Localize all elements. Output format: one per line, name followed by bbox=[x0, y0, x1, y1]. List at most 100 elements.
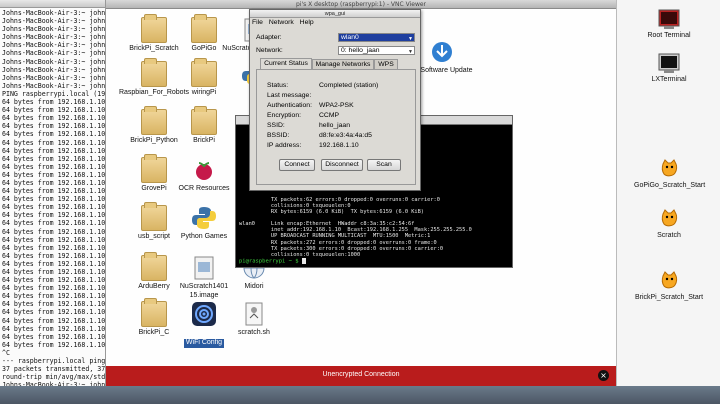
encryption-value: CCMP bbox=[319, 112, 340, 119]
authentication-label: Authentication: bbox=[267, 102, 312, 109]
desktop-icon[interactable]: LXTerminal bbox=[634, 52, 704, 85]
encryption-label: Encryption: bbox=[267, 112, 302, 119]
terminal-line: 64 bytes from 192.168.1.10 bbox=[2, 211, 106, 220]
terminal-icon bbox=[658, 52, 680, 74]
folder-icon bbox=[191, 58, 217, 87]
desktop-icon-label: BrickPi bbox=[193, 137, 215, 144]
terminal-line: Johns-MacBook-Air-3:~ johns bbox=[2, 9, 106, 17]
terminal-line: 64 bytes from 192.168.1.10 bbox=[2, 130, 106, 139]
ssid-value: hello_jaan bbox=[319, 122, 350, 129]
desktop-icon[interactable]: BrickPi bbox=[168, 106, 240, 146]
ssid-row: SSID: hello_jaan bbox=[267, 122, 350, 129]
folder-icon bbox=[141, 58, 167, 87]
raspberry-icon bbox=[191, 157, 217, 183]
scan-button[interactable]: Scan bbox=[367, 159, 401, 171]
desktop-icon-label: OCR Resources bbox=[178, 185, 230, 192]
menu-network[interactable]: Network bbox=[269, 19, 294, 26]
adapter-label: Adapter: bbox=[256, 34, 282, 41]
adapter-select[interactable]: wlan0 ▼ bbox=[338, 33, 415, 42]
terminal-line: 64 bytes from 192.168.1.10 bbox=[2, 187, 106, 196]
terminal-line: 64 bytes from 192.168.1.10 bbox=[2, 114, 106, 123]
wpa-gui-title: wpa_gui bbox=[324, 11, 346, 17]
terminal-line: 64 bytes from 192.168.1.10 bbox=[2, 340, 106, 349]
vnc-window-titlebar[interactable]: pi's X desktop (raspberrypi:1) - VNC Vie… bbox=[106, 0, 616, 9]
tab-manage-networks[interactable]: Manage Networks bbox=[312, 59, 374, 69]
desktop-icon-label: scratch.sh bbox=[238, 329, 270, 336]
terminal-line: --- raspberrypi.local ping bbox=[2, 357, 106, 366]
ip-address-label: IP address: bbox=[267, 142, 302, 149]
banner-text: Unencrypted Connection bbox=[322, 371, 400, 378]
menu-help[interactable]: Help bbox=[300, 19, 314, 26]
desktop-icon[interactable]: Python Games bbox=[168, 205, 240, 242]
right-desktop-strip: Root Terminal LXTerminal GoPiGo_Scratch_St… bbox=[616, 0, 720, 404]
bssid-value: d8:fe:e3:4a:4a:d5 bbox=[319, 132, 372, 139]
close-icon[interactable]: × bbox=[598, 370, 609, 381]
script-file-icon bbox=[241, 301, 267, 327]
terminal-line: 64 bytes from 192.168.1.10 bbox=[2, 170, 106, 179]
desktop-icon-label: Midori bbox=[244, 283, 264, 290]
ip-address-value: 192.168.1.10 bbox=[319, 142, 359, 149]
desktop-icon[interactable]: OCR Resources bbox=[168, 157, 240, 194]
terminal-line: 64 bytes from 192.168.1.10 bbox=[2, 308, 106, 317]
desktop-icon-label: WiFi Config bbox=[183, 339, 225, 348]
folder-icon bbox=[191, 14, 217, 43]
desktop-icon[interactable]: scratch.sh bbox=[218, 301, 290, 338]
folder-icon bbox=[141, 298, 167, 327]
terminal-line: 64 bytes from 192.168.1.10 bbox=[2, 154, 106, 163]
last-message-row: Last message: bbox=[267, 92, 311, 99]
folder-icon bbox=[141, 202, 167, 231]
terminal-line: 64 bytes from 192.168.1.10 bbox=[2, 138, 106, 147]
terminal-line: 64 bytes from 192.168.1.10 bbox=[2, 243, 106, 252]
disconnect-button[interactable]: Disconnect bbox=[321, 159, 363, 171]
terminal-line: 64 bytes from 192.168.1.10 bbox=[2, 284, 106, 293]
desktop-icon[interactable]: Root Terminal bbox=[634, 8, 704, 41]
terminal-line: 64 bytes from 192.168.1.10 bbox=[2, 219, 106, 228]
terminal-line: 64 bytes from 192.168.1.10 bbox=[2, 300, 106, 309]
bssid-label: BSSID: bbox=[267, 132, 290, 139]
wifi-icon bbox=[191, 301, 217, 327]
status-row: Status: Completed (station) bbox=[267, 82, 378, 89]
terminal-line: 64 bytes from 192.168.1.10 bbox=[2, 227, 106, 236]
host-desktop-bottom bbox=[0, 386, 720, 404]
ssid-label: SSID: bbox=[267, 122, 285, 129]
network-label: Network: bbox=[256, 47, 283, 54]
scratch-cat-icon bbox=[658, 208, 680, 230]
wpa-gui-titlebar[interactable]: wpa_gui bbox=[250, 10, 420, 18]
mac-terminal-window[interactable]: Johns-MacBook-Air-3:~ johns Johns-MacBook… bbox=[0, 0, 106, 404]
tab-wps[interactable]: WPS bbox=[374, 59, 398, 69]
network-select[interactable]: 0: hello_jaan ▼ bbox=[338, 46, 415, 55]
desktop-icon-label: Scratch bbox=[657, 232, 681, 239]
pi-terminal-prompt[interactable]: pi@raspberrypi ~ $ bbox=[239, 257, 306, 264]
authentication-row: Authentication: WPA2-PSK bbox=[267, 102, 354, 109]
terminal-line: Johns-MacBook-Air-3:~ johns bbox=[2, 41, 106, 50]
terminal-line: 37 packets transmitted, 37 bbox=[2, 365, 106, 374]
python-icon bbox=[191, 205, 217, 231]
terminal-cursor bbox=[301, 257, 306, 264]
folder-icon bbox=[141, 106, 167, 135]
status-value: Completed (station) bbox=[319, 82, 379, 89]
tab-current-status[interactable]: Current Status bbox=[260, 58, 312, 69]
desktop-icon[interactable]: GoPiGo_Scratch_Start bbox=[634, 158, 705, 191]
terminal-line: 64 bytes from 192.168.1.10 bbox=[2, 195, 106, 204]
folder-icon bbox=[141, 252, 167, 281]
prompt-text: pi@raspberrypi ~ $ bbox=[239, 258, 299, 264]
terminal-line: Johns-MacBook-Air-3:~ johns bbox=[2, 73, 106, 82]
desktop-icon[interactable]: BrickPi_Scratch_Start bbox=[634, 270, 704, 303]
connect-button[interactable]: Connect bbox=[279, 159, 315, 171]
image-file-icon bbox=[191, 255, 217, 281]
terminal-line: Johns-MacBook-Air-3:~ johns bbox=[2, 33, 106, 42]
desktop-icon[interactable]: Scratch bbox=[634, 208, 704, 241]
bssid-row: BSSID: d8:fe:e3:4a:4a:d5 bbox=[267, 132, 372, 139]
wpa-gui-dialog: wpa_gui File Network Help Adapter: wlan0… bbox=[249, 9, 421, 191]
desktop-icon-label: BrickPi_Scratch_Start bbox=[634, 294, 704, 301]
ip-address-row: IP address: 192.168.1.10 bbox=[267, 142, 359, 149]
folder-icon bbox=[141, 14, 167, 43]
network-value: 0: hello_jaan bbox=[341, 47, 380, 54]
terminal-line: Johns-MacBook-Air-3:~ johns bbox=[2, 81, 106, 90]
menu-file[interactable]: File bbox=[252, 19, 263, 26]
terminal-line: 64 bytes from 192.168.1.10 bbox=[2, 178, 106, 187]
root-terminal-icon bbox=[658, 8, 680, 30]
terminal-line: 64 bytes from 192.168.1.10 bbox=[2, 251, 106, 260]
terminal-line: 64 bytes from 192.168.1.10 bbox=[2, 292, 106, 301]
mac-terminal-titlebar[interactable] bbox=[0, 0, 105, 8]
